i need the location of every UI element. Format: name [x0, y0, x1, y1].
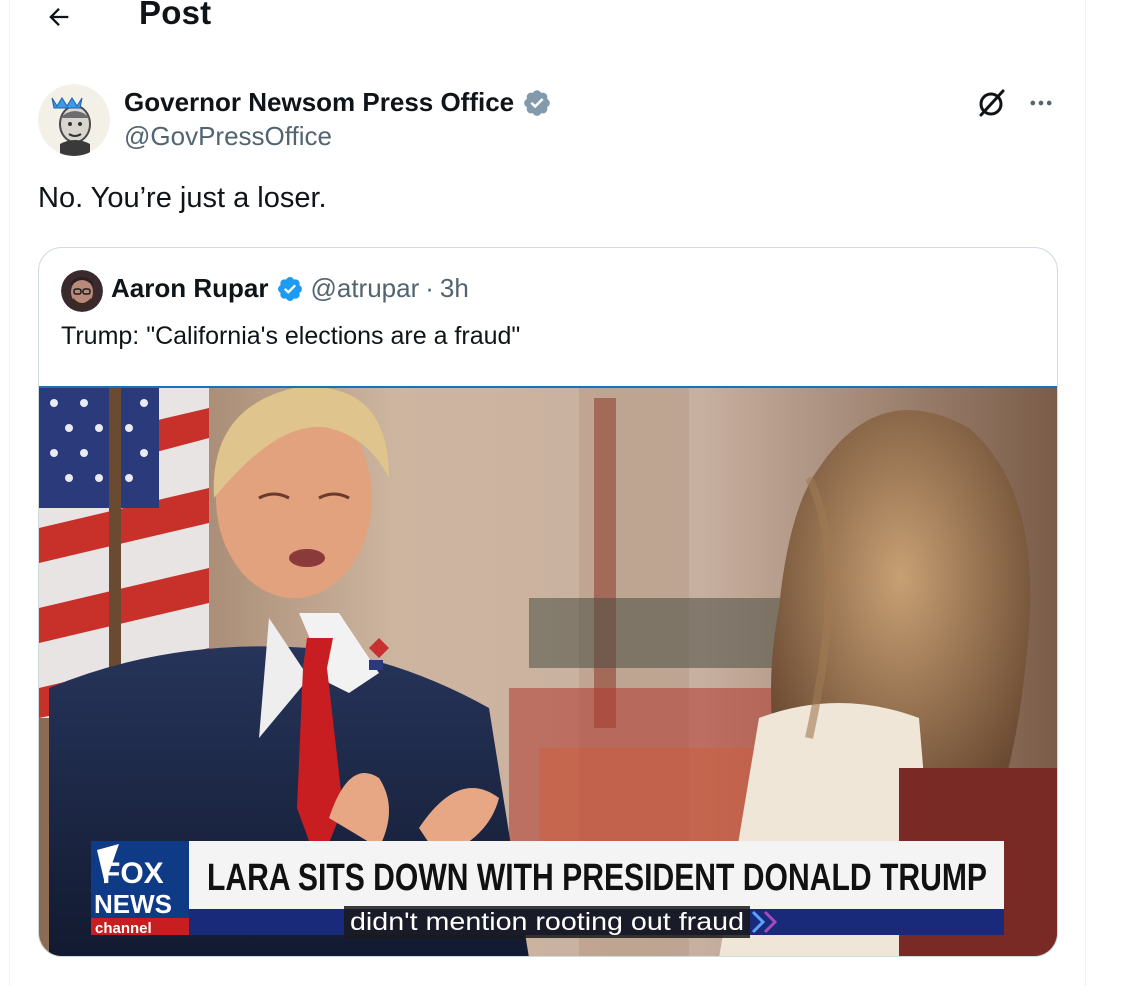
- verified-badge-icon: [278, 276, 303, 301]
- author-name[interactable]: Governor Newsom Press Office: [124, 87, 552, 118]
- arrow-left-icon: [49, 8, 69, 26]
- network-logo-line2: NEWS: [94, 889, 172, 919]
- network-logo-line3: channel: [95, 920, 152, 937]
- grok-icon: [979, 89, 1005, 117]
- chyron-headline: LARA SITS DOWN WITH PRESIDENT DONALD TRU…: [207, 857, 987, 899]
- quoted-author-name[interactable]: Aaron Rupar: [111, 273, 268, 304]
- post-detail-column: Post Governor Newsom Press Office @GovPr…: [9, 0, 1086, 986]
- page-title: Post: [139, 0, 212, 31]
- video-media[interactable]: FOX NEWS channel LARA SITS DOWN WITH PRE…: [39, 386, 1057, 957]
- grok-button[interactable]: [973, 85, 1009, 121]
- quoted-author-avatar[interactable]: [61, 270, 103, 312]
- more-options-button[interactable]: [1023, 85, 1059, 121]
- quoted-post-time[interactable]: 3h: [440, 273, 469, 304]
- quoted-author-handle[interactable]: @atrupar: [310, 273, 419, 304]
- quoted-post-header: Aaron Rupar @atrupar · 3h: [111, 273, 469, 304]
- verified-gov-badge-icon: [524, 89, 550, 116]
- author-name-label: Governor Newsom Press Office: [124, 87, 515, 117]
- author-avatar[interactable]: [38, 84, 110, 156]
- post-text: No. You’re just a loser.: [38, 182, 327, 214]
- page-header: Post: [10, 0, 1085, 40]
- more-horizontal-icon: [1030, 100, 1052, 106]
- network-logo-line1: FOX: [102, 857, 164, 890]
- quoted-post-card[interactable]: Aaron Rupar @atrupar · 3h Trump: "Califo…: [38, 247, 1058, 957]
- video-frame[interactable]: FOX NEWS channel LARA SITS DOWN WITH PRE…: [39, 388, 1057, 957]
- back-button[interactable]: [42, 0, 76, 34]
- author-handle[interactable]: @GovPressOffice: [124, 121, 332, 152]
- meta-separator: ·: [425, 273, 434, 303]
- video-caption: didn't mention rooting out fraud: [350, 908, 744, 936]
- quoted-post-text: Trump: "California's elections are a fra…: [61, 322, 521, 350]
